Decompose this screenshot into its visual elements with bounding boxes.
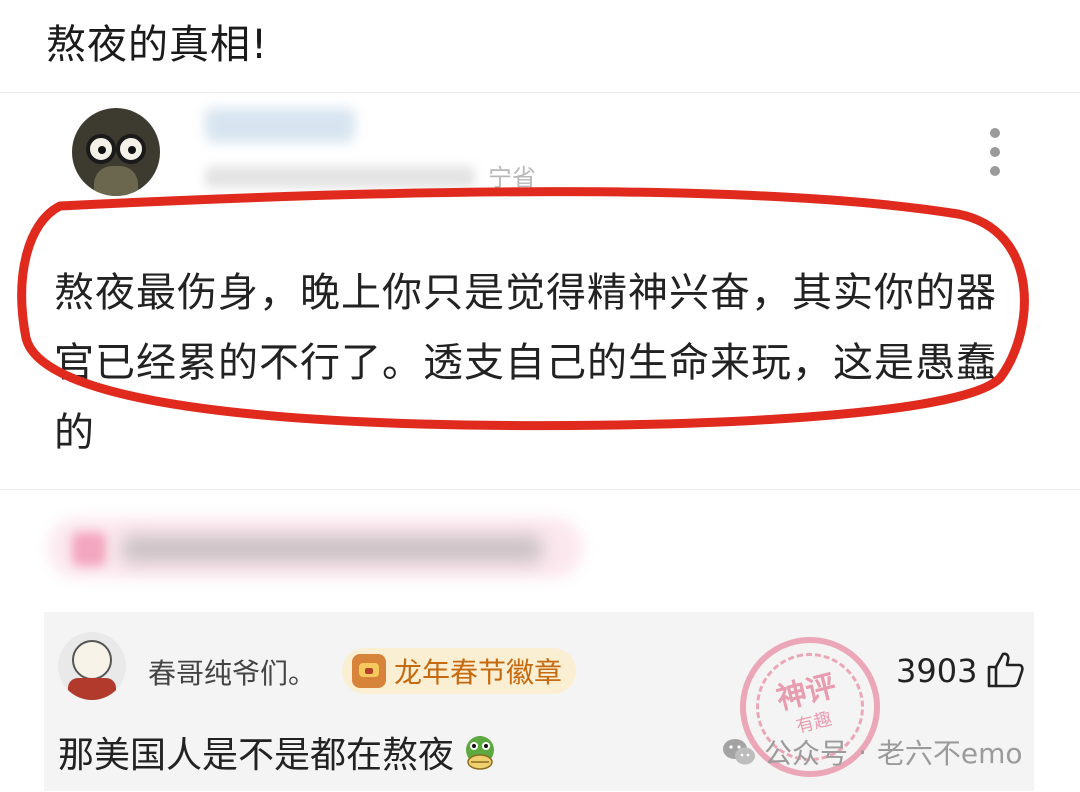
owl-body [94, 166, 138, 196]
comment-avatar[interactable] [58, 632, 126, 700]
post-meta-blurred [205, 166, 475, 188]
comment-username[interactable]: 春哥纯爷们。 [148, 652, 316, 692]
watermark-source: 公众号 [764, 737, 849, 770]
username-blurred [205, 108, 355, 142]
owl-avatar[interactable] [72, 108, 160, 196]
page-title: 熬夜的真相! [46, 22, 269, 68]
turtle-emoji-icon [466, 736, 495, 770]
post-location: 宁省 [488, 164, 536, 192]
reply-text-blurred [122, 536, 542, 562]
watermark-dot: · [858, 735, 867, 769]
owl-eye-right [116, 134, 146, 164]
avatar-face [72, 640, 112, 680]
dragon-badge-icon [352, 654, 386, 688]
owl-eye-left [86, 134, 116, 164]
badge-label: 龙年春节徽章 [394, 656, 563, 689]
wechat-icon [723, 739, 755, 765]
post-text: 熬夜最伤身，晚上你只是觉得精神兴奋，其实你的器官已经累的不行了。透支自己的生命来… [54, 270, 997, 456]
source-watermark: 公众号 · 老六不emo [722, 732, 1023, 772]
like-count: 3903 [896, 652, 978, 690]
thumbs-up-icon[interactable] [985, 650, 1025, 690]
more-options-icon[interactable] [986, 128, 1004, 176]
comment-text: 那美国人是不是都在熬夜 [58, 726, 500, 778]
watermark-account: 老六不emo [876, 737, 1023, 770]
avatar-scarf [68, 678, 116, 700]
comment-body: 那美国人是不是都在熬夜 [58, 735, 455, 776]
festival-badge[interactable]: 龙年春节徽章 [342, 648, 577, 694]
reply-icon-blurred [72, 532, 106, 566]
